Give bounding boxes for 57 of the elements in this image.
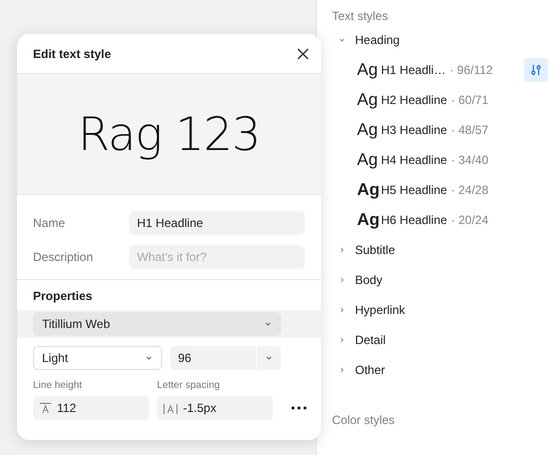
style-group[interactable]: Heading	[332, 25, 404, 55]
style-size: · 96/112	[450, 63, 493, 77]
section-title: Color styles	[332, 413, 396, 429]
style-name: H1 Headli…	[381, 63, 446, 77]
style-group[interactable]: Hyperlink	[332, 295, 410, 325]
chevron-icon	[338, 36, 346, 44]
style-group[interactable]: Detail	[332, 325, 390, 355]
chevron-icon	[338, 336, 346, 344]
section-title: Properties	[32, 288, 94, 305]
preview-text: Rag 123	[78, 107, 260, 161]
style-name: H3 Headline	[381, 123, 448, 137]
style-size: · 48/57	[451, 123, 488, 137]
letter-spacing-icon	[163, 402, 178, 414]
style-name: H2 Headline	[381, 93, 448, 107]
font-size-field[interactable]: 96	[170, 346, 256, 370]
field-label: Letter spacing	[157, 380, 221, 391]
chevron-icon	[338, 306, 346, 314]
input-field[interactable]: What's it for?	[129, 245, 305, 269]
style-group[interactable]: Subtitle	[332, 235, 400, 265]
style-size: · 34/40	[451, 153, 488, 167]
chevron-icon	[338, 246, 346, 254]
field-label: Name	[33, 216, 66, 230]
field-label: Description	[33, 250, 94, 264]
style-name: H4 Headline	[381, 153, 448, 167]
font-weight-dropdown[interactable]: Light	[33, 346, 162, 370]
caret-icon	[264, 320, 272, 328]
style-group[interactable]: Other	[332, 355, 390, 385]
adjust-button[interactable]	[524, 58, 548, 82]
style-size: · 24/28	[451, 183, 488, 197]
text-style-item[interactable]: Ag H2 Headline · 60/71	[332, 85, 548, 115]
style-size: · 60/71	[451, 93, 488, 107]
text-style-item[interactable]: Ag H1 Headli… · 96/112	[332, 55, 548, 85]
style-group[interactable]: Body	[332, 265, 386, 295]
text-style-item[interactable]: Ag H4 Headline · 34/40	[332, 145, 548, 175]
text-style-sample: Ag	[357, 150, 375, 170]
text-style-item[interactable]: Ag H3 Headline · 48/57	[332, 115, 548, 145]
text-style-sample: Ag	[357, 90, 375, 110]
text-style-item[interactable]: Ag H6 Headline · 20/24	[332, 205, 548, 235]
dialog-title: Edit text style	[33, 46, 112, 60]
line-height-icon	[39, 402, 52, 414]
text-style-sample: Ag	[357, 120, 375, 140]
letter-spacing-field[interactable]: -1.5px	[157, 396, 273, 420]
style-name: H6 Headline	[381, 213, 448, 227]
text-style-sample: Ag	[357, 60, 375, 80]
line-height-field[interactable]: 112	[33, 396, 149, 420]
chevron-icon	[338, 276, 346, 284]
style-name: H5 Headline	[381, 183, 448, 197]
font-family-dropdown[interactable]: Titillium Web	[33, 312, 281, 336]
sliders-icon	[529, 63, 543, 77]
chevron-icon	[338, 366, 346, 374]
field-label: Line height	[33, 380, 83, 391]
caret-icon	[145, 354, 153, 362]
close-icon[interactable]	[297, 48, 309, 60]
style-size: · 20/24	[451, 213, 488, 227]
input-field[interactable]: H1 Headline	[129, 211, 305, 235]
section-title: Text styles	[332, 9, 390, 25]
text-style-item[interactable]: Ag H5 Headline · 24/28	[332, 175, 548, 205]
